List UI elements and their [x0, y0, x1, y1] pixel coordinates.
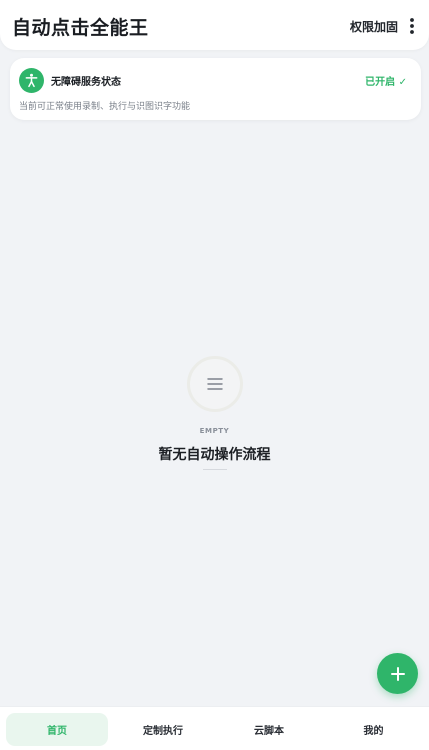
empty-state-divider	[203, 469, 227, 470]
status-title: 无障碍服务状态	[51, 77, 121, 88]
more-vertical-icon[interactable]	[405, 16, 419, 36]
plus-icon	[390, 666, 405, 681]
list-lines-icon	[207, 378, 223, 390]
nav-item-profile[interactable]: 我的	[324, 713, 423, 746]
add-flow-button[interactable]	[377, 653, 418, 694]
app-title: 自动点击全能王	[12, 17, 149, 39]
empty-state-title: 暂无自动操作流程	[158, 447, 271, 463]
nav-item-custom-execute[interactable]: 定制执行	[112, 713, 214, 746]
nav-item-cloud-scripts[interactable]: 云脚本	[218, 713, 320, 746]
empty-state-tag: EMPTY	[199, 427, 230, 435]
empty-state-icon-ring	[187, 356, 243, 412]
app-root: 自动点击全能王 权限加固 无障碍服务状态 已开启 ✓ 当前可正常使用录制、执行与…	[0, 0, 429, 750]
accessibility-status-card[interactable]: 无障碍服务状态 已开启 ✓ 当前可正常使用录制、执行与识图识字功能	[10, 58, 421, 120]
bottom-navigation: 首页 定制执行 云脚本 我的	[0, 706, 429, 750]
status-badge: 已开启 ✓	[365, 77, 407, 88]
nav-item-home[interactable]: 首页	[6, 713, 108, 746]
accessibility-icon	[19, 68, 44, 93]
permission-hardening-button[interactable]: 权限加固	[350, 18, 398, 35]
status-description: 当前可正常使用录制、执行与识图识字功能	[19, 102, 191, 112]
top-bar: 自动点击全能王 权限加固	[0, 0, 429, 50]
